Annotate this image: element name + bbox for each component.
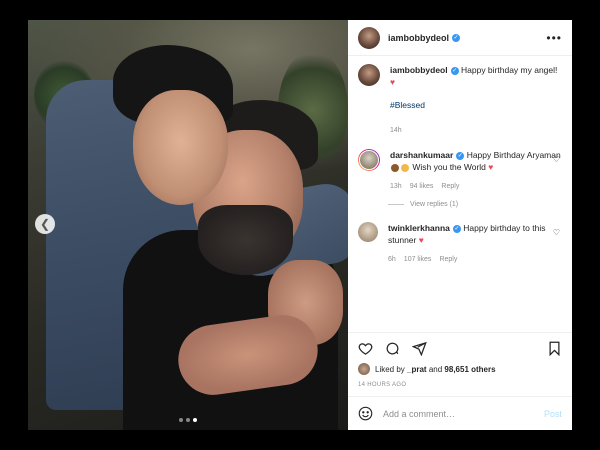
caption-time[interactable]: 14h — [390, 125, 402, 137]
carousel-indicator — [28, 418, 348, 422]
liker-avatar[interactable] — [358, 363, 370, 375]
liked-by-text[interactable]: Liked by _prat and 98,651 others — [375, 365, 496, 374]
verified-badge-icon: ✓ — [450, 66, 459, 75]
comment-like-heart-icon[interactable]: ♡ — [553, 155, 560, 164]
author-username[interactable]: iambobbydeol — [388, 33, 449, 43]
red-heart-icon: ♥ — [418, 235, 424, 245]
post-photo[interactable]: ❮ — [28, 20, 348, 430]
like-heart-icon[interactable] — [358, 341, 373, 356]
post-time-ago[interactable]: 14 HOURS AGO — [358, 382, 562, 388]
comment-text: Happy Birthday Aryaman — [466, 150, 561, 160]
red-heart-icon: ♥ — [390, 77, 396, 87]
caption-avatar[interactable] — [358, 64, 380, 86]
caption-meta: 14h — [390, 125, 562, 137]
carousel-prev-button[interactable]: ❮ — [35, 214, 55, 234]
liked-by-and: and — [428, 364, 443, 374]
comment-body: twinklerkhanna ✓ Happy birthday to this s… — [388, 222, 562, 266]
bookmark-icon[interactable] — [547, 341, 562, 356]
comment-username[interactable]: twinklerkhanna — [388, 223, 450, 233]
comment-body: darshankumaar ✓ Happy Birthday Aryaman Wi… — [390, 149, 562, 193]
chevron-left-icon: ❮ — [39, 217, 51, 231]
post-detail-panel: iambobbydeol ✓ ••• iambobbydeol ✓ Happy b… — [348, 20, 572, 430]
comment-meta: 6h 107 likes Reply — [388, 254, 562, 266]
divider-line — [388, 204, 404, 205]
comment-likes[interactable]: 94 likes — [410, 181, 434, 193]
add-comment-bar: Post — [348, 396, 572, 430]
liked-by-count[interactable]: 98,651 others — [444, 365, 495, 374]
reply-button[interactable]: Reply — [441, 181, 459, 193]
commenter-avatar[interactable] — [358, 149, 380, 171]
verified-badge-icon: ✓ — [452, 33, 461, 42]
liked-by-user[interactable]: _prat — [407, 365, 427, 374]
comments-list: iambobbydeol ✓ Happy birthday my angel! ♥… — [348, 56, 572, 334]
author-avatar[interactable] — [358, 26, 380, 49]
comment-username[interactable]: darshankumaar — [390, 150, 453, 160]
post-actions: Liked by _prat and 98,651 others 14 HOUR… — [348, 332, 572, 388]
post-header: iambobbydeol ✓ ••• — [348, 20, 572, 56]
photo-beard — [198, 205, 293, 275]
comment-item: twinklerkhanna ✓ Happy birthday to this s… — [358, 222, 562, 266]
comment-input[interactable] — [383, 408, 544, 419]
comment-like-heart-icon[interactable]: ♡ — [553, 228, 560, 237]
comment-time[interactable]: 13h — [390, 181, 402, 193]
commenter-avatar[interactable] — [358, 222, 378, 242]
action-icons — [358, 333, 562, 363]
view-replies-label: View replies (1) — [410, 201, 459, 208]
page-frame: ❮ iambobbydeol ✓ ••• iambobbydeol ✓ Happy… — [0, 0, 600, 450]
verified-badge-icon: ✓ — [456, 151, 465, 160]
caption-body: iambobbydeol ✓ Happy birthday my angel! ♥… — [390, 64, 562, 137]
comment-icon[interactable] — [385, 341, 400, 356]
red-heart-icon: ♥ — [488, 162, 494, 172]
carousel-dot-active — [193, 418, 197, 422]
photo-face-young — [133, 90, 228, 205]
caption-text: Happy birthday my angel! — [461, 65, 558, 75]
caption-hashtag[interactable]: #Blessed — [390, 99, 562, 111]
post-comment-button[interactable]: Post — [544, 409, 562, 419]
share-icon[interactable] — [412, 341, 427, 356]
comment-time[interactable]: 6h — [388, 254, 396, 266]
comment-text-2: Wish you the World — [412, 162, 486, 172]
view-replies-button[interactable]: View replies (1) — [388, 201, 562, 208]
comment-item: darshankumaar ✓ Happy Birthday Aryaman Wi… — [358, 149, 562, 193]
comment-likes[interactable]: 107 likes — [404, 254, 432, 266]
liked-by-prefix: Liked by — [375, 364, 405, 374]
comment-meta: 13h 94 likes Reply — [390, 181, 562, 193]
reply-button[interactable]: Reply — [439, 254, 457, 266]
verified-badge-icon: ✓ — [452, 224, 461, 233]
caption-username[interactable]: iambobbydeol — [390, 65, 448, 75]
lion-face-icon — [401, 163, 409, 172]
caption: iambobbydeol ✓ Happy birthday my angel! ♥… — [358, 64, 562, 137]
carousel-dot — [179, 418, 183, 422]
carousel-dot — [186, 418, 190, 422]
smiling-face-icon — [391, 163, 399, 172]
likes-summary: Liked by _prat and 98,651 others — [358, 363, 562, 375]
emoji-smile-icon[interactable] — [358, 406, 373, 421]
more-options-icon[interactable]: ••• — [546, 31, 562, 45]
